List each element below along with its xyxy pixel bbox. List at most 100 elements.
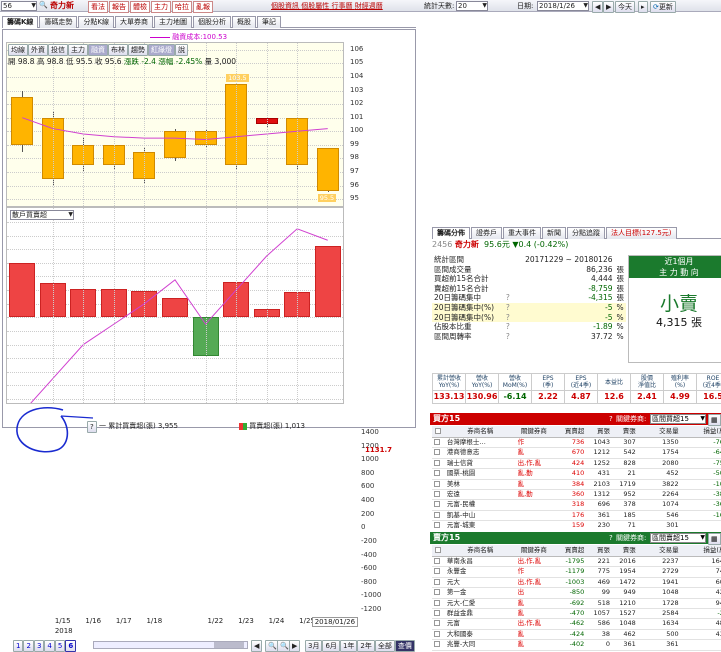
stats-help-icon[interactable]: ? [504, 303, 512, 313]
row-checkbox[interactable] [432, 479, 445, 489]
sell-help-icon[interactable]: ? [609, 533, 613, 543]
column-header[interactable]: 賣張 [612, 545, 638, 557]
page-2[interactable]: 2 [23, 640, 33, 652]
refresh-button[interactable]: ⟳更新 [650, 1, 676, 13]
column-header[interactable]: 關鍵券商 [516, 426, 552, 438]
tab-major-event[interactable]: 重大事件 [503, 227, 541, 239]
next-date-button[interactable]: ▶ [603, 1, 614, 13]
table-row[interactable]: 兆豐-大同亂-4020361361 [432, 640, 721, 650]
header-checkbox[interactable] [432, 545, 445, 557]
column-header[interactable]: 賣張 [612, 426, 638, 438]
help-button[interactable]: 說 [175, 44, 188, 56]
checkbox-box[interactable] [434, 641, 440, 647]
table-row[interactable]: 凱基-中山176361185546-169 [432, 510, 721, 520]
checkbox-box[interactable] [434, 579, 440, 585]
table-row[interactable]: 美林亂384210317193822-101 [432, 479, 721, 489]
row-checkbox[interactable] [432, 577, 445, 587]
row-checkbox[interactable] [432, 629, 445, 639]
stats-help-icon[interactable]: ? [504, 332, 512, 342]
stats-help-icon[interactable] [504, 265, 512, 275]
range-2y[interactable]: 2年 [357, 640, 374, 652]
table-row[interactable]: 宏遠亂,勤36013129522264-381 [432, 490, 721, 500]
column-header[interactable]: 券商名稱 [445, 545, 516, 557]
checkbox-box[interactable] [434, 620, 440, 626]
row-checkbox[interactable] [432, 598, 445, 608]
column-header[interactable]: 關鍵券商 [516, 545, 552, 557]
range-1y[interactable]: 1年 [340, 640, 357, 652]
table-row[interactable]: 元大-仁愛亂-69251812101728943 [432, 598, 721, 608]
trend-button[interactable]: 趨勢 [128, 44, 148, 56]
column-header[interactable]: 損益(萬) [681, 426, 721, 438]
link-fin-calendar[interactable]: 財經週曆 [355, 2, 383, 10]
tab-chip-k[interactable]: 籌碼K線 [2, 16, 38, 28]
ma-button[interactable]: 均線 [8, 44, 28, 56]
range-6m[interactable]: 6月 [322, 640, 339, 652]
checkbox-box[interactable] [434, 589, 440, 595]
row-checkbox[interactable] [432, 521, 445, 530]
link-stock-attr[interactable]: 個股屬性 [301, 2, 329, 10]
sell-filter-select[interactable]: 區間賣超15▼ [650, 533, 706, 543]
row-checkbox[interactable] [432, 588, 445, 598]
range-3m[interactable]: 3月 [305, 640, 322, 652]
foreign-button[interactable]: 外資 [28, 44, 48, 56]
table-row[interactable]: 港商德意志亂67012125421754-643 [432, 448, 721, 458]
checkbox-box[interactable] [434, 600, 440, 606]
table-row[interactable]: 永豐金作-117977519542729740 [432, 567, 721, 577]
column-header[interactable]: 買張 [586, 426, 612, 438]
row-checkbox[interactable] [432, 557, 445, 567]
row-checkbox[interactable] [432, 469, 445, 479]
link-calendar[interactable]: 行事曆 [331, 2, 352, 10]
date-select[interactable]: 2018/1/26▼ [537, 1, 589, 11]
bollinger-button[interactable]: 布林 [108, 44, 128, 56]
indicator-select[interactable]: 散戶買賣超▼ ? 一 累計買賣超(張) 3,955 買賣超(張) 1,013 -… [10, 210, 74, 220]
buy-grid-icon[interactable]: ▦ [708, 414, 721, 426]
scroll-left-button[interactable]: ◀ [251, 640, 262, 652]
table-row[interactable]: 元富-民權3186963781074-369 [432, 500, 721, 510]
tab-branch-track[interactable]: 分點追蹤 [567, 227, 605, 239]
table-row[interactable]: 華南永昌出,作,亂-1795221201622371640 [432, 557, 721, 567]
checkbox-box[interactable] [434, 449, 440, 455]
table-row[interactable]: 元富-城東15923071301 [432, 521, 721, 530]
scrollbar[interactable] [93, 641, 248, 649]
table-row[interactable]: 元大出,作,亂-100346914721941608 [432, 577, 721, 587]
tab-branch-k[interactable]: 分點K線 [78, 16, 114, 28]
page-6[interactable]: 6 [65, 640, 76, 652]
tab-notes[interactable]: 筆記 [257, 16, 281, 28]
sell-grid-icon[interactable]: ▦ [708, 533, 721, 545]
buy-filter-select[interactable]: 區間買超15▼ [650, 414, 706, 424]
checkbox-box[interactable] [434, 460, 440, 466]
checkbox-box[interactable] [434, 558, 440, 564]
page-4[interactable]: 4 [44, 640, 54, 652]
table-row[interactable]: 元富出,作,亂-46258610481634485 [432, 619, 721, 629]
checkbox-box[interactable] [434, 481, 440, 487]
traffic-light-button[interactable]: 紅綠燈 [148, 44, 175, 56]
row-checkbox[interactable] [432, 438, 445, 448]
scroll-right-button[interactable]: ▶ [289, 640, 300, 652]
page-3[interactable]: 3 [34, 640, 44, 652]
today-button[interactable]: 今天 [615, 1, 635, 13]
row-checkbox[interactable] [432, 448, 445, 458]
tab-broker-acct[interactable]: 證券戶 [471, 227, 502, 239]
mainforce-button[interactable]: 主力 [68, 44, 88, 56]
table-row[interactable]: 瑞士信貸出,作,亂42412528282080-751 [432, 458, 721, 468]
range-all[interactable]: 全部 [375, 640, 395, 652]
column-header[interactable]: 買張 [586, 545, 612, 557]
row-checkbox[interactable] [432, 500, 445, 510]
table-row[interactable]: 國票-桃園亂,勤41043121452-509 [432, 469, 721, 479]
prev-date-button[interactable]: ◀ [592, 1, 603, 13]
checkbox-box[interactable] [434, 522, 440, 528]
row-checkbox[interactable] [432, 619, 445, 629]
stats-help-icon[interactable] [504, 255, 512, 265]
days-select[interactable]: 20▼ [456, 1, 488, 11]
table-row[interactable]: 台灣摩根士…作73610433071350-767 [432, 438, 721, 448]
header-checkbox[interactable] [432, 426, 445, 438]
scroll-thumb[interactable] [214, 642, 244, 648]
column-header[interactable]: 買賣超 [552, 545, 586, 557]
column-header[interactable]: 買賣超 [552, 426, 586, 438]
checkbox-box[interactable] [434, 512, 440, 518]
row-checkbox[interactable] [432, 490, 445, 500]
buy-help-icon[interactable]: ? [609, 414, 613, 424]
column-header[interactable]: 交易量 [638, 545, 681, 557]
page-1[interactable]: 1 [13, 640, 23, 652]
range-quote[interactable]: 查價 [395, 640, 415, 652]
